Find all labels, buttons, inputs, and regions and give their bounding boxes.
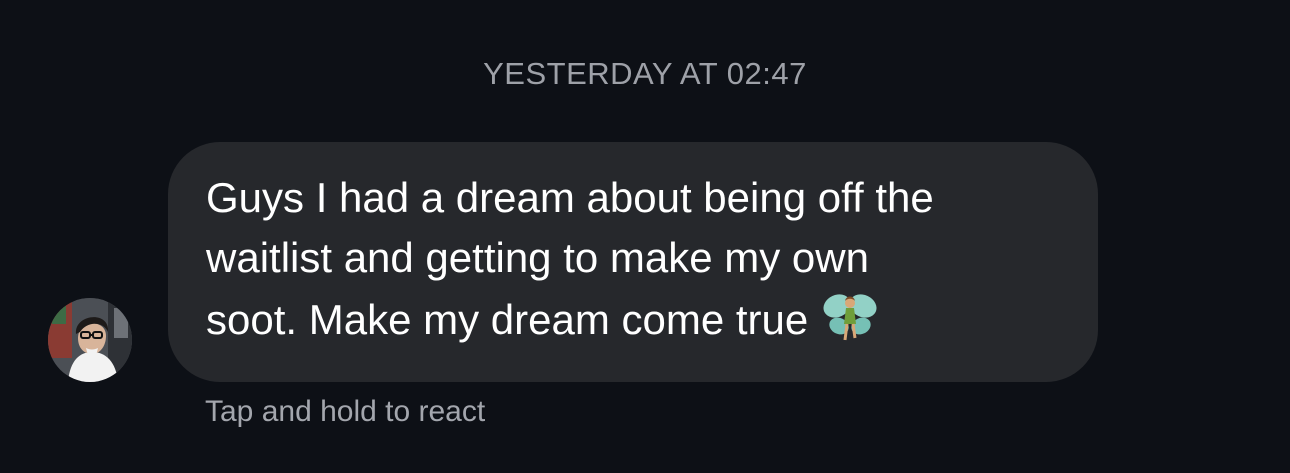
fairy-emoji-icon [820,288,880,364]
message-text: Guys I had a dream about being off the w… [206,168,1062,364]
message-bubble[interactable]: Guys I had a dream about being off the w… [168,142,1098,382]
avatar-photo [48,298,132,382]
message-timestamp: YESTERDAY AT 02:47 [483,56,807,91]
react-hint: Tap and hold to react [205,395,486,428]
sender-avatar[interactable] [48,298,132,382]
